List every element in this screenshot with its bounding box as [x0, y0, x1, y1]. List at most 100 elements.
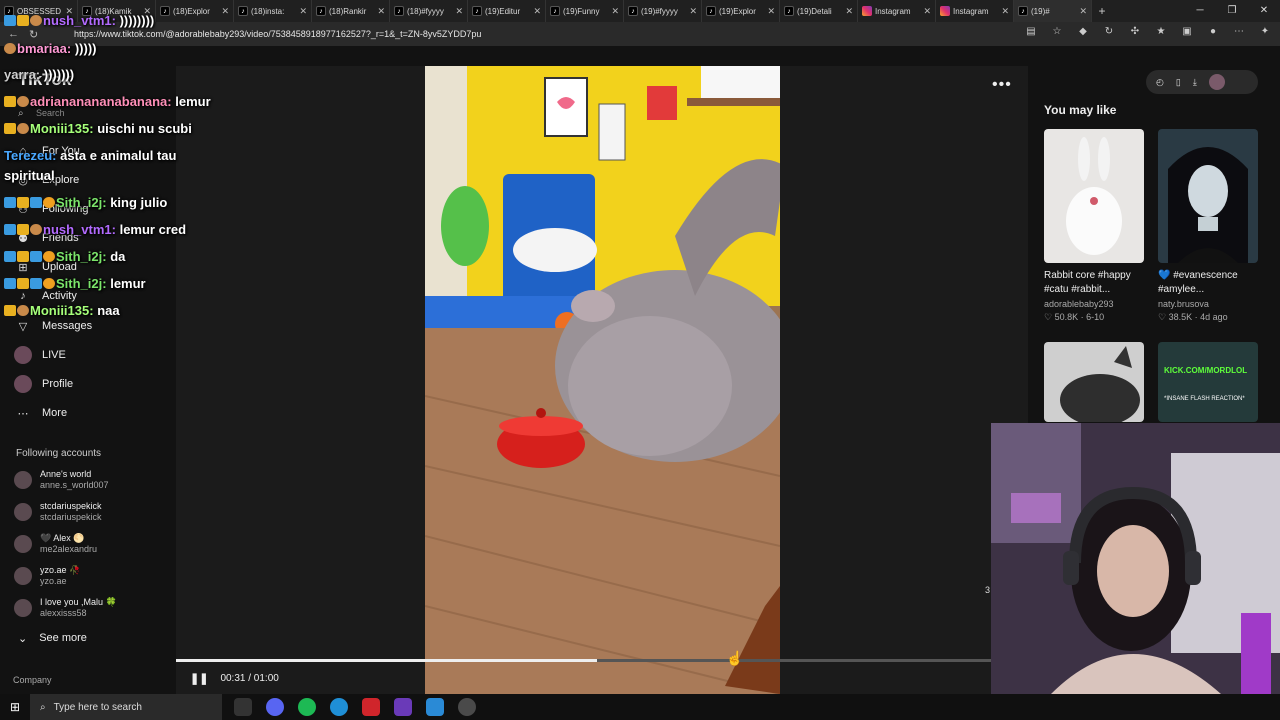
recommended-video[interactable]: Rabbit core #happy #catu #rabbit... ador… — [1044, 129, 1144, 323]
search-input[interactable]: ⌕ Search — [12, 108, 162, 122]
browser-tab[interactable]: Instagram ✕ — [858, 0, 936, 22]
favorite-star-icon[interactable]: ☆ — [1050, 26, 1064, 37]
chat-username: nush_vtm1: — [43, 13, 116, 28]
close-tab-icon[interactable]: ✕ — [377, 6, 385, 17]
browser-tab[interactable]: ♪ (19)Explor ✕ — [702, 0, 780, 22]
chat-message: nush_vtm1: )))))))) — [4, 13, 154, 28]
tab-title: (19)#fyyyy — [641, 6, 678, 16]
video-author[interactable]: naty.brusova — [1158, 297, 1258, 311]
video-stats: ♡ 50.8K · 6-10 — [1044, 312, 1105, 322]
tiktok-icon: ♪ — [394, 6, 404, 16]
close-tab-icon[interactable]: ✕ — [923, 6, 931, 17]
obs-icon[interactable] — [458, 698, 476, 716]
nav-label: Activity — [42, 290, 77, 302]
nav-live[interactable]: LIVE — [14, 344, 66, 366]
url-field[interactable]: https://www.tiktok.com/@adorablebaby293/… — [74, 27, 481, 41]
close-tab-icon[interactable]: ✕ — [455, 6, 463, 17]
video-thumbnail[interactable] — [1044, 129, 1144, 263]
video-thumbnail[interactable] — [1044, 342, 1144, 422]
minimize-icon[interactable]: ─ — [1184, 0, 1216, 22]
profile-avatar-icon[interactable]: ● — [1206, 26, 1220, 37]
device-icon[interactable]: ▯ — [1176, 77, 1181, 88]
close-tab-icon[interactable]: ✕ — [689, 6, 697, 17]
browser-tab[interactable]: ♪ (19)Editur ✕ — [468, 0, 546, 22]
user-avatar[interactable] — [1208, 74, 1225, 90]
following-account[interactable]: stcdariuspekick stcdariuspekick — [14, 501, 102, 523]
menu-dots-icon[interactable]: ⋯ — [1232, 26, 1246, 37]
video-author[interactable]: adorablebaby293 — [1044, 297, 1144, 311]
collections-icon[interactable]: ▣ — [1180, 26, 1194, 37]
browser-tab[interactable]: ♪ (19)Detali ✕ — [780, 0, 858, 22]
chat-message: Sith_i2j: king julio — [4, 195, 167, 210]
avatar — [14, 567, 32, 585]
browser-tab[interactable]: ♪ (19)#fyyyy ✕ — [624, 0, 702, 22]
read-mode-icon[interactable]: ▤ — [1024, 26, 1038, 37]
refresh-extension-icon[interactable]: ↻ — [1102, 26, 1116, 37]
twitch-icon[interactable] — [394, 698, 412, 716]
portrait-thumbnail-image — [1158, 129, 1258, 263]
nav-profile[interactable]: Profile — [14, 373, 73, 395]
nav-label: More — [42, 407, 68, 419]
browser-tab[interactable]: Instagram ✕ — [936, 0, 1014, 22]
chat-username: Moniii135: — [30, 303, 94, 318]
edge-icon[interactable] — [330, 698, 348, 716]
pause-icon[interactable]: ❚❚ — [190, 672, 208, 685]
close-window-icon[interactable]: ✕ — [1248, 0, 1280, 22]
close-tab-icon[interactable]: ✕ — [299, 6, 307, 17]
recommended-video[interactable]: 💙 #evanescence #amylee... naty.brusova ♡… — [1158, 129, 1258, 323]
close-tab-icon[interactable]: ✕ — [767, 6, 775, 17]
close-tab-icon[interactable]: ✕ — [845, 6, 853, 17]
company-link[interactable]: Company — [13, 675, 52, 685]
nav-more[interactable]: ⋯ More — [14, 402, 68, 424]
close-tab-icon[interactable]: ✕ — [1001, 6, 1009, 17]
nav-messages[interactable]: ▽ Messages — [14, 315, 92, 337]
following-account[interactable]: 🖤 Alex 🌕 me2alexandru — [14, 533, 97, 555]
video-player[interactable] — [425, 66, 780, 694]
new-tab-button[interactable]: + — [1092, 4, 1112, 18]
browser-tab[interactable]: ♪ (18)Rankir ✕ — [312, 0, 390, 22]
file-explorer-icon[interactable] — [426, 698, 444, 716]
number-badge-icon — [43, 197, 55, 208]
browser-tab[interactable]: ♪ (18)#fyyyy ✕ — [390, 0, 468, 22]
following-account[interactable]: yzo.ae 🥀 yzo.ae — [14, 565, 80, 587]
video-progress-bar[interactable] — [176, 659, 991, 662]
copilot-icon[interactable]: ✦ — [1258, 26, 1272, 37]
more-options-icon[interactable]: ••• — [992, 76, 1012, 94]
video-thumbnail[interactable]: KICK.COM/MORDLOL *INSANE FLASH REACTION* — [1158, 342, 1258, 422]
download-icon[interactable]: ⤓ — [1193, 77, 1197, 88]
following-account[interactable]: Anne's world anne.s_world007 — [14, 469, 109, 491]
extension-icon[interactable]: ◆ — [1076, 26, 1090, 37]
spotify-icon[interactable] — [298, 698, 316, 716]
taskbar-search-input[interactable]: ⌕ Type here to search — [30, 694, 222, 720]
chat-username: Moniii135: — [30, 121, 94, 136]
streaming-app-icon[interactable] — [362, 698, 380, 716]
close-tab-icon[interactable]: ✕ — [611, 6, 619, 17]
close-tab-icon[interactable]: ✕ — [533, 6, 541, 17]
thumbnail-text: KICK.COM/MORDLOL — [1164, 366, 1248, 375]
discord-icon[interactable] — [266, 698, 284, 716]
chat-message: Sith_i2j: lemur — [4, 276, 146, 291]
history-icon[interactable]: ◴ — [1156, 77, 1164, 88]
maximize-icon[interactable]: ❐ — [1216, 0, 1248, 22]
browser-tab[interactable]: ♪ (19)Funny ✕ — [546, 0, 624, 22]
see-more-button[interactable]: ⌄ See more — [18, 632, 87, 645]
task-view-icon[interactable] — [234, 698, 252, 716]
puzzle-icon[interactable]: ✣ — [1128, 26, 1142, 37]
search-icon: ⌕ — [18, 108, 24, 119]
following-account[interactable]: I love you ,Malu 🍀 alexxisss58 — [14, 597, 117, 619]
reload-icon[interactable]: ↻ — [29, 28, 38, 41]
windows-start-icon[interactable]: ⊞ — [0, 700, 30, 714]
taskbar-apps — [222, 698, 476, 716]
chat-text: king julio — [110, 195, 168, 210]
video-thumbnail[interactable] — [1158, 129, 1258, 263]
favorites-icon[interactable]: ★ — [1154, 26, 1168, 37]
recommended-video[interactable] — [1044, 342, 1144, 422]
browser-tab-active[interactable]: ♪ (19)# ✕ — [1014, 0, 1092, 22]
recommended-video[interactable]: KICK.COM/MORDLOL *INSANE FLASH REACTION* — [1158, 342, 1258, 422]
close-tab-icon[interactable]: ✕ — [221, 6, 229, 17]
streamer-webcam — [991, 423, 1280, 694]
browser-tab[interactable]: ♪ (18)Explor ✕ — [156, 0, 234, 22]
browser-tab[interactable]: ♪ (18)insta: ✕ — [234, 0, 312, 22]
close-tab-icon[interactable]: ✕ — [1079, 6, 1087, 17]
back-icon[interactable]: ← — [8, 28, 19, 41]
